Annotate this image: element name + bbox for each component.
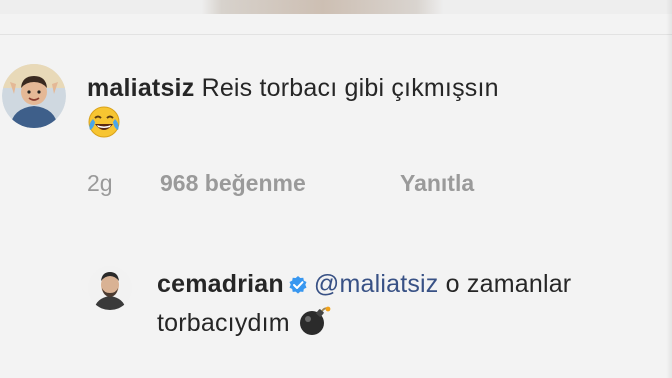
bomb-emoji: [297, 305, 331, 347]
mention-link[interactable]: @maliatsiz: [314, 270, 439, 298]
divider: [0, 34, 672, 35]
comment-text: maliatsiz Reis torbacı gibi çıkmışsın: [87, 70, 657, 148]
username-link[interactable]: maliatsiz: [87, 74, 194, 102]
reply-button[interactable]: Yanıtla: [400, 170, 474, 197]
comment-time[interactable]: 2g: [87, 170, 113, 197]
username-link[interactable]: cemadrian: [157, 270, 284, 298]
face-with-tears-of-joy-emoji: [87, 106, 121, 148]
post-image-edge: [0, 0, 672, 14]
comment-text: cemadrian @maliatsiz o zamanlar torbacıy…: [157, 266, 657, 347]
screen-edge: [666, 0, 672, 378]
comment-body: Reis torbacı gibi çıkmışsın: [201, 74, 499, 102]
verified-badge-icon: [288, 269, 308, 305]
likes-count[interactable]: 968 beğenme: [160, 170, 306, 197]
avatar[interactable]: [2, 64, 66, 128]
avatar[interactable]: [88, 266, 132, 310]
